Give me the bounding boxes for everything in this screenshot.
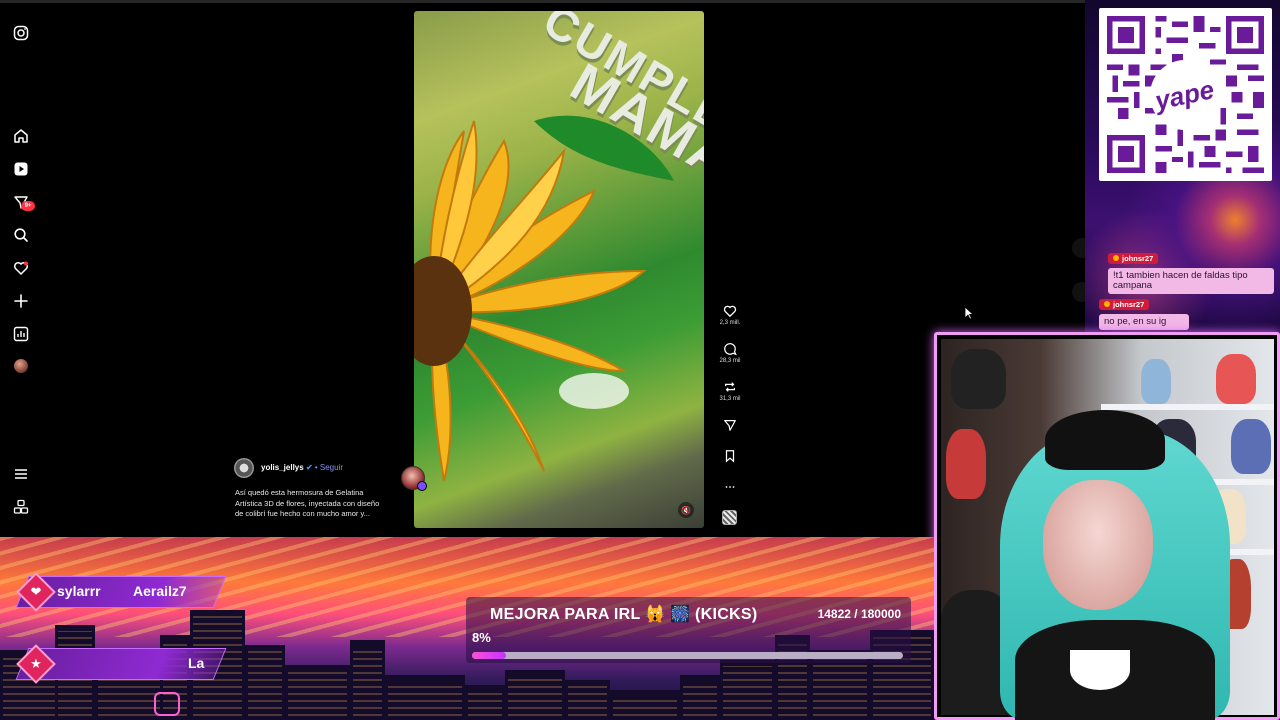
- author-line: yolis_jellys ✔ • Seguir: [261, 463, 343, 472]
- chat-message: johnsr27 !t1 tambien hacen de faldas tip…: [1108, 248, 1274, 294]
- alert-name-left: sylarrr: [57, 583, 101, 599]
- comment-button[interactable]: 28,3 mil: [716, 342, 744, 364]
- sub-badge-icon: [1104, 301, 1110, 307]
- notifications-badge: 9+: [21, 201, 35, 211]
- mouse-cursor-icon: [964, 306, 973, 320]
- streamer-face: [1043, 480, 1153, 610]
- alert-name-right: Aerailz7: [133, 583, 187, 599]
- chat-text: no pe, en su ig: [1099, 314, 1189, 330]
- caption-line: Artística 3D de flores, inyectada con di…: [235, 498, 380, 508]
- bookmark-icon: [725, 450, 735, 463]
- figure-toy: [1231, 419, 1271, 474]
- more-dots-icon: [725, 486, 735, 488]
- reel-video[interactable]: CUMPLE MAMA 🔇: [414, 11, 704, 528]
- goal-percent: 8%: [472, 630, 491, 645]
- repost-icon: [725, 382, 735, 392]
- cat-logo-icon: [154, 692, 180, 716]
- shelf: [1101, 404, 1274, 410]
- share-icon: [724, 420, 736, 431]
- yape-logo-icon: yape: [1150, 60, 1220, 130]
- instagram-logo-icon[interactable]: [12, 24, 30, 42]
- author-username[interactable]: yolis_jellys: [261, 463, 304, 472]
- sub-badge-icon: [1113, 255, 1119, 261]
- instagram-sidebar: 9+: [0, 0, 42, 537]
- chat-text: !t1 tambien hacen de faldas tipo campana: [1108, 268, 1274, 294]
- repost-count: 31,3 mil: [719, 396, 741, 402]
- mute-icon[interactable]: 🔇: [678, 502, 694, 518]
- goal-title: MEJORA PARA IRL 🙀 🎆 (KICKS): [490, 606, 758, 623]
- plush-toy: [946, 429, 986, 499]
- notifications-heart-icon[interactable]: [12, 259, 30, 277]
- goal-progress-fill: [472, 652, 507, 659]
- chat-username-text: johnsr27: [1113, 299, 1145, 309]
- create-plus-icon[interactable]: [12, 292, 30, 310]
- goal-progress-track: [472, 652, 903, 659]
- goal-count: 14822 / 180000: [817, 607, 901, 621]
- chat-username: johnsr27: [1099, 298, 1150, 310]
- also-from-meta-icon[interactable]: [12, 498, 30, 516]
- share-button[interactable]: [716, 418, 744, 432]
- author-avatar[interactable]: [234, 458, 254, 478]
- chat-message: johnsr27 no pe, en su ig: [1099, 294, 1189, 330]
- search-icon[interactable]: [12, 226, 30, 244]
- menu-hamburger-icon[interactable]: [12, 465, 30, 483]
- alert-name-right: La: [188, 655, 205, 671]
- figure-toy: [1141, 359, 1171, 404]
- caption-line: Así quedó esta hermosura de Gelatina: [235, 488, 364, 497]
- goal-widget: MEJORA PARA IRL 🙀 🎆 (KICKS) 14822 / 1800…: [466, 597, 911, 663]
- figure-toy: [1216, 354, 1256, 404]
- reels-icon[interactable]: [12, 160, 30, 178]
- like-count: 2,3 mill.: [719, 320, 741, 326]
- like-button[interactable]: 2,3 mill.: [716, 304, 744, 326]
- streamer-cap: [1045, 410, 1165, 470]
- star-icon: ★: [30, 656, 42, 671]
- heart-icon: ❤: [30, 584, 42, 599]
- caption-line: de colibrí fue hecho con mucho amor y...: [235, 509, 370, 518]
- instagram-window: 9+ CUMPLE MAMA 🔇 yolis_jellys ✔ • Seguir…: [0, 0, 1092, 537]
- audio-thumbnail[interactable]: [722, 510, 737, 525]
- chat-username: johnsr27: [1108, 252, 1159, 264]
- plush-toy: [951, 349, 1006, 409]
- collab-avatar[interactable]: [401, 466, 427, 491]
- repost-button[interactable]: 31,3 mil: [716, 380, 744, 402]
- collab-badge-icon: [417, 481, 427, 491]
- recent-sub-alert: ★ La: [12, 644, 227, 684]
- heart-icon: [723, 305, 737, 318]
- more-options-button[interactable]: [716, 480, 744, 494]
- profile-avatar[interactable]: [14, 359, 28, 373]
- recent-follow-alert: ❤ sylarrr Aerailz7: [12, 572, 227, 612]
- dashboard-icon[interactable]: [12, 325, 30, 343]
- sunflower-image: [414, 115, 674, 481]
- chat-username-text: johnsr27: [1122, 253, 1154, 263]
- window-top-border: [0, 0, 1085, 3]
- streamer-collar: [1070, 650, 1130, 690]
- follow-button[interactable]: • Seguir: [315, 463, 343, 472]
- post-caption[interactable]: Así quedó esta hermosura de Gelatina Art…: [235, 488, 407, 520]
- comment-icon: [724, 343, 737, 356]
- verified-badge-icon: ✔: [305, 463, 313, 472]
- home-icon[interactable]: [12, 127, 30, 145]
- save-button[interactable]: [716, 449, 744, 463]
- comment-count: 28,3 mil: [719, 358, 741, 364]
- yape-brand-text: yape: [1152, 73, 1217, 116]
